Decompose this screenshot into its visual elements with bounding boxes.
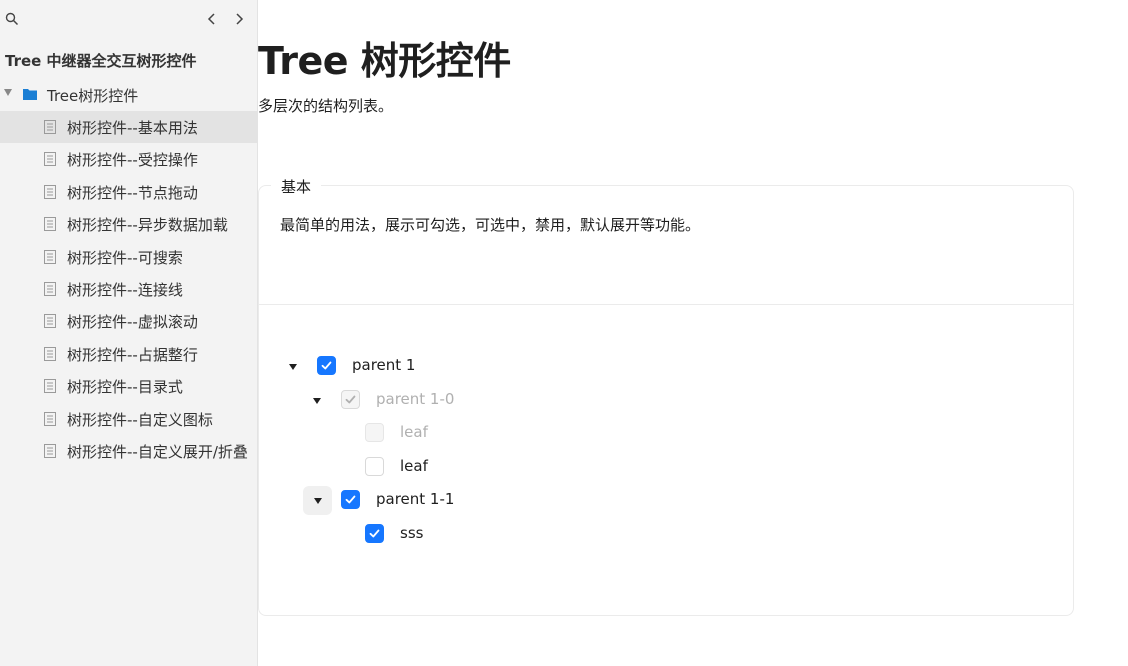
sidebar-item-label: 树形控件--虚拟滚动 [67, 313, 198, 332]
document-icon [44, 281, 56, 296]
caret-down-icon[interactable] [4, 89, 12, 96]
sidebar-project-title: Tree 中继器全交互树形控件 [5, 52, 197, 70]
sidebar-item[interactable]: 树形控件--虚拟滚动 [0, 305, 257, 337]
sidebar-item[interactable]: 树形控件--连接线 [0, 273, 257, 305]
tree-node-title: parent 1-0 [376, 389, 455, 408]
search-icon[interactable] [5, 12, 19, 26]
sidebar-item-label: 树形控件--自定义展开/折叠 [67, 442, 248, 461]
tree-expand-toggle[interactable] [305, 388, 329, 412]
tree-expand-toggle[interactable] [303, 486, 332, 516]
caret-down-icon [313, 397, 321, 404]
sidebar-folder-tree[interactable]: Tree树形控件 [0, 80, 257, 108]
demo-card: 基本 最简单的用法，展示可勾选，可选中，禁用，默认展开等功能。 parent 1… [258, 176, 1074, 616]
sidebar-item-label: 树形控件--自定义图标 [67, 410, 213, 429]
document-icon [44, 443, 56, 458]
document-icon [44, 249, 56, 264]
tree-node-checkbox[interactable] [341, 490, 360, 510]
main-content: Tree 树形控件 多层次的结构列表。 基本 最简单的用法，展示可勾选，可选中，… [258, 0, 1128, 666]
chevron-right-icon[interactable] [231, 11, 247, 27]
tree-node-title[interactable]: parent 1 [352, 356, 415, 374]
demo-card-description: 最简单的用法，展示可勾选，可选中，禁用，默认展开等功能。 [280, 216, 701, 234]
sidebar-item-label: 树形控件--节点拖动 [67, 183, 198, 202]
tree-node-title[interactable]: leaf [400, 457, 428, 475]
sidebar-item[interactable]: 树形控件--基本用法 [0, 111, 257, 144]
document-icon [44, 346, 56, 361]
tree-node-checkbox[interactable] [365, 524, 384, 543]
tree-node-title[interactable]: parent 1-1 [376, 490, 454, 508]
tree-node-title[interactable]: sss [400, 524, 423, 542]
document-icon [44, 184, 56, 199]
document-icon [44, 379, 56, 394]
app-window: Tree 中继器全交互树形控件 Tree树形控件 树形控件--基本用法 树形控件-… [0, 0, 1128, 666]
document-icon [44, 411, 56, 426]
sidebar-item[interactable]: 树形控件--受控操作 [0, 143, 257, 175]
caret-down-icon [289, 364, 297, 370]
demo-divider [259, 304, 1073, 305]
sidebar: Tree 中继器全交互树形控件 Tree树形控件 树形控件--基本用法 树形控件-… [0, 0, 258, 666]
tree-expand-toggle[interactable] [281, 354, 305, 378]
sidebar-item[interactable]: 树形控件--占据整行 [0, 338, 257, 370]
checkmark-icon [345, 495, 356, 504]
sidebar-item-label: 树形控件--异步数据加载 [67, 216, 228, 235]
tree-node-checkbox[interactable] [317, 356, 336, 375]
tree-node-title: leaf [400, 423, 428, 442]
checkmark-icon [369, 529, 380, 538]
folder-icon [23, 89, 37, 100]
sidebar-item[interactable]: 树形控件--异步数据加载 [0, 208, 257, 240]
sidebar-item[interactable]: 树形控件--自定义图标 [0, 403, 257, 435]
page-description: 多层次的结构列表。 [258, 97, 394, 115]
sidebar-toolbar [0, 0, 257, 38]
sidebar-folder-label: Tree树形控件 [47, 87, 139, 105]
sidebar-item-label: 树形控件--受控操作 [67, 151, 198, 170]
sidebar-item-label: 树形控件--连接线 [67, 280, 183, 299]
tree-node-checkbox [365, 423, 384, 443]
checkmark-icon [345, 395, 356, 403]
demo-card-legend: 基本 [271, 176, 322, 197]
sidebar-item[interactable]: 树形控件--目录式 [0, 370, 257, 402]
page-title: Tree 树形控件 [258, 39, 511, 83]
sidebar-item-label: 树形控件--占据整行 [67, 345, 198, 364]
document-icon [44, 217, 56, 232]
document-icon [44, 152, 56, 167]
sidebar-item-label: 树形控件--基本用法 [67, 119, 198, 137]
document-icon [44, 314, 56, 329]
tree-node-checkbox [341, 389, 360, 409]
document-icon [44, 120, 56, 134]
tree-node-checkbox[interactable] [365, 456, 384, 476]
sidebar-item-label: 树形控件--目录式 [67, 378, 183, 397]
chevron-left-icon[interactable] [204, 11, 220, 27]
sidebar-page-list: 树形控件--基本用法 树形控件--受控操作 树形控件--节点拖动树形控件--异步数据… [0, 111, 257, 467]
sidebar-item-label: 树形控件--可搜索 [67, 248, 183, 267]
caret-down-icon [314, 498, 322, 505]
checkmark-icon [321, 361, 332, 370]
sidebar-item[interactable]: 树形控件--节点拖动 [0, 176, 257, 208]
sidebar-item[interactable]: 树形控件--可搜索 [0, 241, 257, 273]
sidebar-item[interactable]: 树形控件--自定义展开/折叠 [0, 435, 257, 467]
